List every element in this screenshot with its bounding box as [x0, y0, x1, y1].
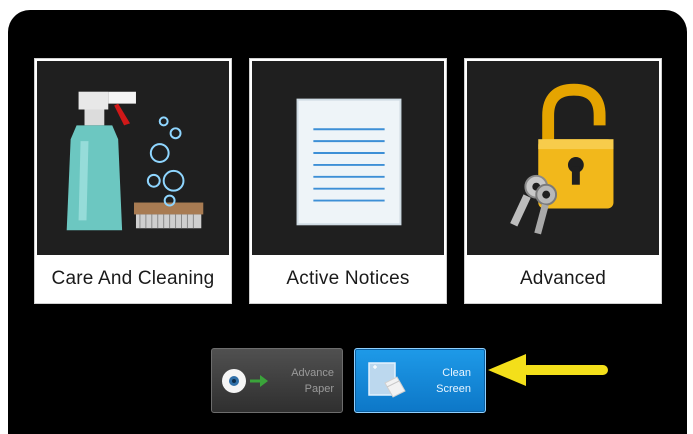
advance-paper-button[interactable]: Advance Paper	[211, 348, 343, 413]
pointer-arrow-icon	[486, 352, 611, 388]
tile-label: Care And Cleaning	[51, 268, 215, 289]
padlock-keys-icon	[510, 83, 614, 235]
advanced-art	[467, 61, 659, 255]
clean-screen-label: Clean Screen	[436, 367, 471, 395]
notices-art	[252, 61, 444, 255]
tile-advanced[interactable]: Advanced	[464, 58, 662, 304]
paper-roll-icon	[220, 361, 276, 403]
tile-care-and-cleaning[interactable]: Care And Cleaning	[34, 58, 232, 304]
spray-bottle-icon	[66, 91, 204, 231]
advance-paper-label: Advance Paper	[291, 367, 334, 395]
care-art	[37, 61, 229, 255]
tile-label: Advanced	[519, 268, 607, 289]
tile-active-notices[interactable]: Active Notices	[249, 58, 447, 304]
document-icon	[296, 98, 402, 226]
tile-label: Active Notices	[286, 268, 410, 289]
clean-screen-button[interactable]: Clean Screen	[354, 348, 486, 413]
